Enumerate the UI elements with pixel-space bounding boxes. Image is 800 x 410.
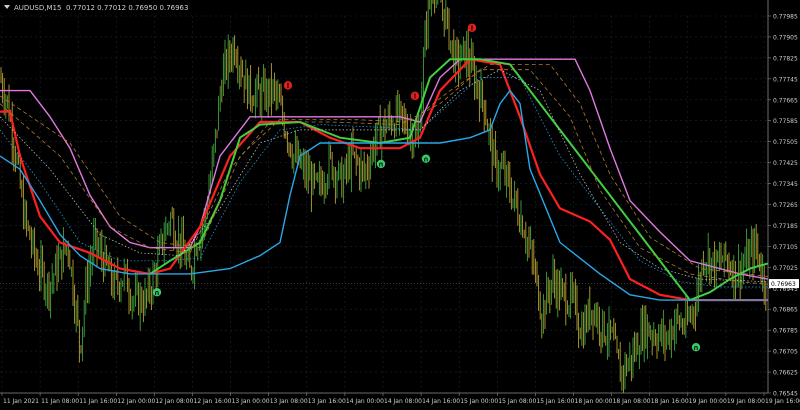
price-tick-label: 0.76705 bbox=[773, 349, 798, 356]
chart-canvas[interactable]: !!! ∩ ∩ ∩ ∩ 0.77985 0.77905 0.77825 0.77745 0.77… bbox=[0, 0, 800, 406]
time-tick-label: 19 Jan 08:00 bbox=[727, 398, 765, 405]
price-tick-label: 0.76625 bbox=[773, 370, 798, 377]
signal-glyph: ! bbox=[286, 82, 289, 90]
time-tick-label: 14 Jan 16:00 bbox=[422, 398, 460, 405]
current-price-label: 0.76963 bbox=[771, 281, 796, 288]
chart-header: AUDUSD,M15 0.77012 0.77012 0.76950 0.769… bbox=[4, 4, 188, 12]
price-tick-label: 0.77265 bbox=[773, 202, 798, 209]
price-tick-label: 0.76785 bbox=[773, 328, 798, 335]
time-tick-label: 15 Jan 16:00 bbox=[536, 398, 574, 405]
time-tick-label: 18 Jan 00:00 bbox=[575, 398, 613, 405]
signal-glyph: ! bbox=[470, 24, 473, 32]
price-tick-label: 0.77665 bbox=[773, 97, 798, 104]
time-tick-label: 11 Jan 2021 bbox=[3, 398, 39, 405]
time-tick-label: 12 Jan 08:00 bbox=[155, 398, 193, 405]
price-tick-label: 0.77985 bbox=[773, 14, 798, 21]
time-tick-label: 18 Jan 16:00 bbox=[651, 398, 689, 405]
time-tick-label: 11 Jan 16:00 bbox=[79, 398, 117, 405]
price-tick-label: 0.77745 bbox=[773, 76, 798, 83]
price-tick-label: 0.76865 bbox=[773, 307, 798, 314]
time-tick-label: 18 Jan 08:00 bbox=[613, 398, 651, 405]
price-tick-label: 0.77425 bbox=[773, 160, 798, 167]
time-tick-label: 13 Jan 08:00 bbox=[270, 398, 308, 405]
time-tick-label: 13 Jan 16:00 bbox=[308, 398, 346, 405]
price-tick-label: 0.77825 bbox=[773, 55, 798, 62]
price-tick-label: 0.77505 bbox=[773, 139, 798, 146]
chart-background bbox=[0, 0, 800, 406]
time-tick-label: 19 Jan 00:00 bbox=[689, 398, 727, 405]
signal-glyph: ∩ bbox=[154, 289, 160, 297]
signal-glyph: ∩ bbox=[423, 155, 429, 163]
price-tick-label: 0.77025 bbox=[773, 265, 798, 272]
signal-glyph: ! bbox=[413, 92, 416, 100]
time-tick-label: 15 Jan 08:00 bbox=[498, 398, 536, 405]
time-tick-label: 14 Jan 00:00 bbox=[346, 398, 384, 405]
price-tick-label: 0.77345 bbox=[773, 181, 798, 188]
time-tick-label: 15 Jan 00:00 bbox=[460, 398, 498, 405]
time-tick-label: 19 Jan 16:00 bbox=[765, 398, 800, 405]
price-tick-label: 0.76545 bbox=[773, 391, 798, 398]
price-tick-label: 0.77585 bbox=[773, 118, 798, 125]
signal-glyph: ∩ bbox=[378, 161, 384, 169]
symbol-label: AUDUSD,M15 bbox=[14, 4, 61, 12]
price-tick-label: 0.77185 bbox=[773, 223, 798, 230]
ohlc-values: 0.77012 0.77012 0.76950 0.76963 bbox=[66, 4, 188, 12]
price-chart[interactable]: !!! ∩ ∩ ∩ ∩ 0.77985 0.77905 0.77825 0.77745 0.77… bbox=[0, 0, 800, 406]
price-tick-label: 0.77905 bbox=[773, 34, 798, 41]
time-tick-label: 12 Jan 00:00 bbox=[117, 398, 155, 405]
time-tick-label: 14 Jan 08:00 bbox=[384, 398, 422, 405]
signal-glyph: ∩ bbox=[693, 344, 699, 352]
time-tick-label: 12 Jan 16:00 bbox=[194, 398, 232, 405]
price-tick-label: 0.77105 bbox=[773, 244, 798, 251]
time-tick-label: 11 Jan 08:00 bbox=[41, 398, 79, 405]
time-tick-label: 13 Jan 00:00 bbox=[232, 398, 270, 405]
